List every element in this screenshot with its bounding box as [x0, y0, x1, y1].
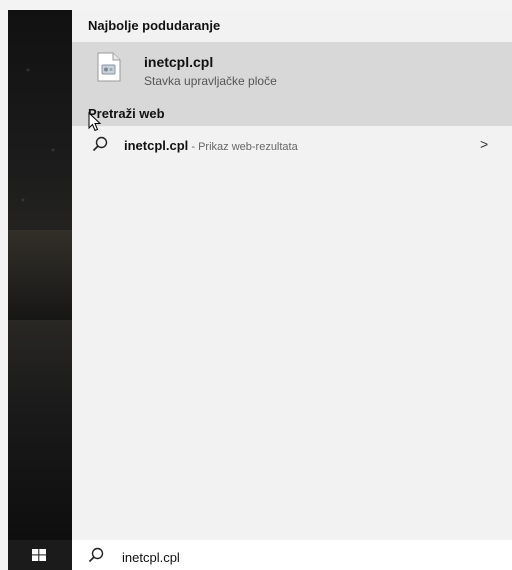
web-result-query: inetcpl.cpl — [124, 138, 189, 153]
desktop-horizon — [8, 230, 72, 320]
mouse-cursor-icon — [88, 112, 102, 132]
search-icon — [88, 547, 104, 563]
best-match-subtitle: Stavka upravljačke ploče — [144, 74, 277, 88]
windows-icon — [32, 549, 46, 561]
best-match-result[interactable] — [72, 42, 512, 98]
best-match-title: inetcpl.cpl — [144, 54, 214, 70]
search-icon — [92, 136, 108, 152]
chevron-right-icon[interactable]: > — [480, 136, 488, 152]
search-input[interactable]: inetcpl.cpl — [122, 550, 180, 565]
web-result-suffix: - Prikaz web-rezultata — [188, 141, 298, 153]
control-panel-file-icon — [97, 52, 121, 82]
web-search-result-title: inetcpl.cpl - Prikaz web-rezultata — [124, 138, 298, 153]
best-match-header: Najbolje podudaranje — [88, 18, 221, 33]
